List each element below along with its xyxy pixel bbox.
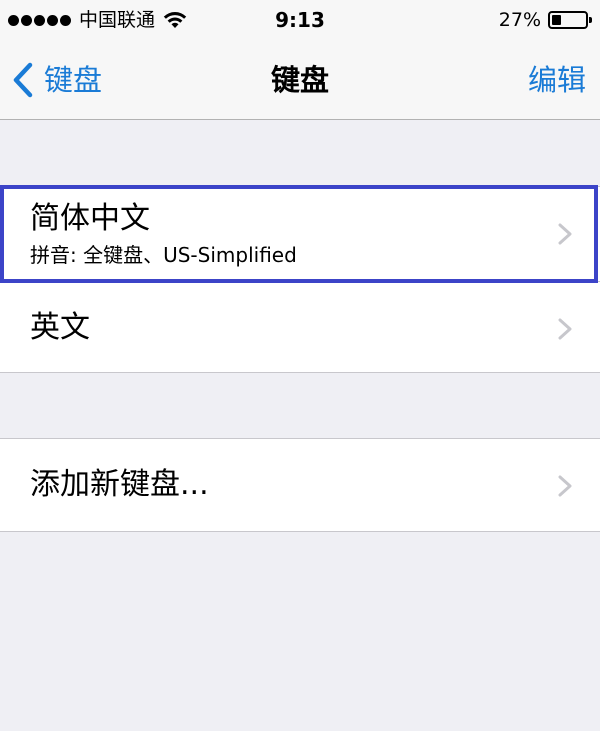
keyboard-item-subtitle: 拼音: 全键盘、US-Simplified: [30, 243, 297, 267]
keyboard-item-title: 简体中文: [30, 201, 150, 236]
keyboard-item-title: 英文: [30, 310, 90, 345]
battery-icon: [548, 11, 592, 29]
keyboard-item-simplified-chinese[interactable]: 简体中文 拼音: 全键盘、US-Simplified: [0, 187, 600, 281]
edit-button[interactable]: 编辑: [528, 58, 586, 102]
battery-percent: 27%: [498, 9, 541, 31]
chevron-right-icon: [558, 318, 572, 340]
keyboard-item-english[interactable]: 英文: [0, 282, 600, 374]
add-keyboard-button[interactable]: 添加新键盘...: [0, 439, 600, 531]
add-keyboard-label: 添加新键盘...: [30, 467, 209, 502]
chevron-right-icon: [558, 475, 572, 497]
status-right: 27%: [498, 8, 592, 32]
battery-level: [552, 15, 561, 25]
status-bar: 中国联通 9:13 27%: [0, 0, 600, 40]
add-keyboard-group: 添加新键盘...: [0, 438, 600, 532]
chevron-right-icon: [558, 223, 572, 245]
keyboards-list: 简体中文 拼音: 全键盘、US-Simplified 英文: [0, 186, 600, 373]
page-title: 键盘: [270, 63, 329, 97]
navigation-bar: 键盘 键盘 编辑: [0, 40, 600, 120]
